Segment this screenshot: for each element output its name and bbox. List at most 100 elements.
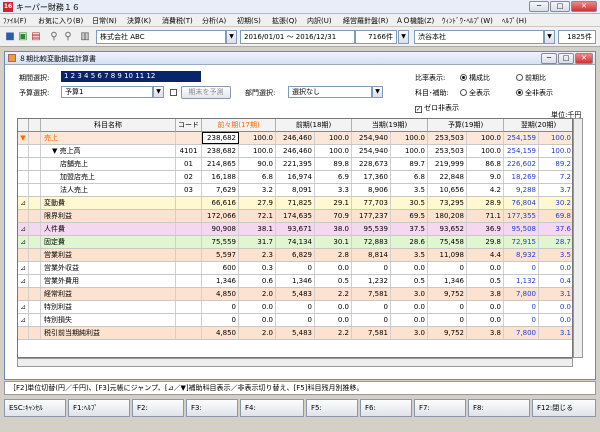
row-expand-toggle[interactable]: ⊿	[18, 197, 29, 209]
ratio-cell[interactable]: 2.2	[315, 327, 352, 339]
amount-cell[interactable]: 22,848	[428, 171, 467, 183]
period-selector[interactable]: 1 2 3 4 5 6 7 8 9 10 11 12	[61, 71, 201, 82]
menu-extension[interactable]: 拡張(Q)	[272, 16, 297, 26]
ratio-cell[interactable]: 30.2	[539, 197, 572, 209]
chevron-down-icon[interactable]: ▼	[153, 86, 164, 98]
ratio-cell[interactable]: 29.1	[315, 197, 352, 209]
ratio-cell[interactable]: 100.0	[539, 145, 572, 157]
ratio-cell[interactable]: 2.0	[239, 327, 276, 339]
amount-cell[interactable]: 1,346	[202, 275, 239, 287]
ratio-cell[interactable]: 31.7	[239, 236, 276, 248]
amount-cell[interactable]: 18,269	[504, 171, 539, 183]
ratio-cell[interactable]: 0.0	[391, 262, 428, 274]
esc-cancel-button[interactable]: ESC:ｷｬﾝｾﾙ	[4, 399, 66, 417]
amount-cell[interactable]: 0	[352, 262, 391, 274]
amount-cell[interactable]: 254,159	[504, 132, 539, 144]
ratio-cell[interactable]: 0.5	[315, 275, 352, 287]
ratio-cell[interactable]: 6.8	[391, 171, 428, 183]
ratio-cell[interactable]: 89.7	[391, 158, 428, 170]
ratio-cell[interactable]: 70.9	[315, 210, 352, 222]
amount-cell[interactable]: 16,188	[202, 171, 239, 183]
chevron-down-icon[interactable]: ▼	[398, 30, 409, 44]
ratio-cell[interactable]: 69.8	[539, 210, 572, 222]
ratio-cell[interactable]: 0.0	[539, 301, 572, 313]
amount-cell[interactable]: 1,232	[352, 275, 391, 287]
ratio-cell[interactable]: 0.5	[391, 275, 428, 287]
forecast-button[interactable]: 期末を予測	[181, 86, 231, 99]
ratio-cell[interactable]: 3.0	[391, 288, 428, 300]
row-expand-toggle[interactable]	[18, 158, 29, 170]
amount-cell[interactable]: 238,682	[202, 132, 239, 144]
amount-cell[interactable]: 6,829	[276, 249, 315, 261]
table-row[interactable]: ▼ 売上高 4101 238,682 100.0 246,460 100.0 254,940…	[18, 145, 572, 158]
amount-cell[interactable]: 226,602	[504, 158, 539, 170]
zero-hide-checkbox[interactable]: ✓ ゼロ非表示	[415, 103, 459, 113]
amount-cell[interactable]: 75,458	[428, 236, 467, 248]
ratio-cell[interactable]: 6.9	[315, 171, 352, 183]
amount-cell[interactable]: 73,295	[428, 197, 467, 209]
menu-window-help[interactable]: ｳｨﾝﾄﾞｳ･ﾍﾙﾌﾟ(W)	[442, 16, 493, 26]
amount-cell[interactable]: 1,132	[504, 275, 539, 287]
amount-cell[interactable]: 214,865	[202, 158, 239, 170]
office-field[interactable]: 渋谷本社	[414, 30, 544, 44]
budget-select[interactable]: 予算1	[61, 86, 153, 98]
f7-button[interactable]: F7:	[414, 399, 466, 417]
table-row[interactable]: 経常利益 4,850 2.0 5,483 2.2 7,581 3.0 9,752 3.8 7,80…	[18, 288, 572, 301]
report-maximize-button[interactable]: □	[558, 53, 574, 64]
ratio-cell[interactable]: 3.3	[315, 184, 352, 196]
amount-cell[interactable]: 246,460	[276, 145, 315, 157]
amount-cell[interactable]: 0	[352, 301, 391, 313]
row-expand-toggle[interactable]: ⊿	[18, 275, 29, 287]
ratio-cell[interactable]: 9.0	[467, 171, 504, 183]
ratio-cell[interactable]: 3.5	[391, 249, 428, 261]
ratio-composition-radio[interactable]: 構成比	[460, 73, 490, 83]
ratio-cell[interactable]: 30.1	[315, 236, 352, 248]
ratio-cell[interactable]: 0.3	[239, 262, 276, 274]
row-expand-toggle[interactable]: ▼	[18, 132, 29, 144]
ratio-cell[interactable]: 100.0	[315, 132, 352, 144]
table-row[interactable]: 税引前当期純利益 4,850 2.0 5,483 2.2 7,581 3.0 9,752 3.8…	[18, 327, 572, 340]
amount-cell[interactable]: 253,503	[428, 145, 467, 157]
amount-cell[interactable]: 16,974	[276, 171, 315, 183]
menu-tax[interactable]: 消費税(T)	[162, 16, 193, 26]
amount-cell[interactable]: 5,483	[276, 327, 315, 339]
amount-cell[interactable]: 75,559	[202, 236, 239, 248]
amount-cell[interactable]: 7,581	[352, 327, 391, 339]
row-expand-toggle[interactable]	[18, 249, 29, 261]
search-icon[interactable]: ⚲	[48, 31, 60, 43]
close-button[interactable]: ✕	[571, 1, 597, 12]
ratio-cell[interactable]: 3.0	[391, 327, 428, 339]
ratio-previous-radio[interactable]: 前期比	[516, 73, 546, 83]
amount-cell[interactable]: 9,752	[428, 288, 467, 300]
amount-cell[interactable]: 71,825	[276, 197, 315, 209]
ratio-cell[interactable]: 100.0	[315, 145, 352, 157]
menu-ao[interactable]: ＡＯ機能(Z)	[396, 16, 434, 26]
ratio-cell[interactable]: 2.3	[239, 249, 276, 261]
ratio-cell[interactable]: 71.1	[467, 210, 504, 222]
table-row[interactable]: ⊿ 固定費 75,559 31.7 74,134 30.1 72,883 28.6 75,458…	[18, 236, 572, 249]
ratio-cell[interactable]: 2.0	[239, 288, 276, 300]
amount-cell[interactable]: 7,800	[504, 327, 539, 339]
amount-cell[interactable]: 72,883	[352, 236, 391, 248]
amount-cell[interactable]: 0	[276, 301, 315, 313]
row-expand-toggle[interactable]	[18, 184, 29, 196]
amount-cell[interactable]: 174,635	[276, 210, 315, 222]
amount-cell[interactable]: 0	[276, 262, 315, 274]
ratio-cell[interactable]: 100.0	[467, 145, 504, 157]
table-row[interactable]: ⊿ 変動費 66,616 27.9 71,825 29.1 77,703 30.5 73,295…	[18, 197, 572, 210]
report-minimize-button[interactable]: ─	[541, 53, 557, 64]
amount-cell[interactable]: 0	[428, 301, 467, 313]
f6-button[interactable]: F6:	[360, 399, 412, 417]
ratio-cell[interactable]: 86.8	[467, 158, 504, 170]
ratio-cell[interactable]: 3.8	[467, 288, 504, 300]
ratio-cell[interactable]: 3.1	[539, 327, 572, 339]
report-close-button[interactable]: ✕	[575, 53, 593, 64]
f1-help-button[interactable]: F1:ﾍﾙﾌﾟ	[68, 399, 130, 417]
amount-cell[interactable]: 17,360	[352, 171, 391, 183]
amount-cell[interactable]: 95,539	[352, 223, 391, 235]
amount-cell[interactable]: 177,355	[504, 210, 539, 222]
ratio-cell[interactable]: 0.0	[315, 314, 352, 326]
f4-button[interactable]: F4:	[240, 399, 304, 417]
ratio-cell[interactable]: 0.0	[467, 301, 504, 313]
amount-cell[interactable]: 0	[504, 262, 539, 274]
